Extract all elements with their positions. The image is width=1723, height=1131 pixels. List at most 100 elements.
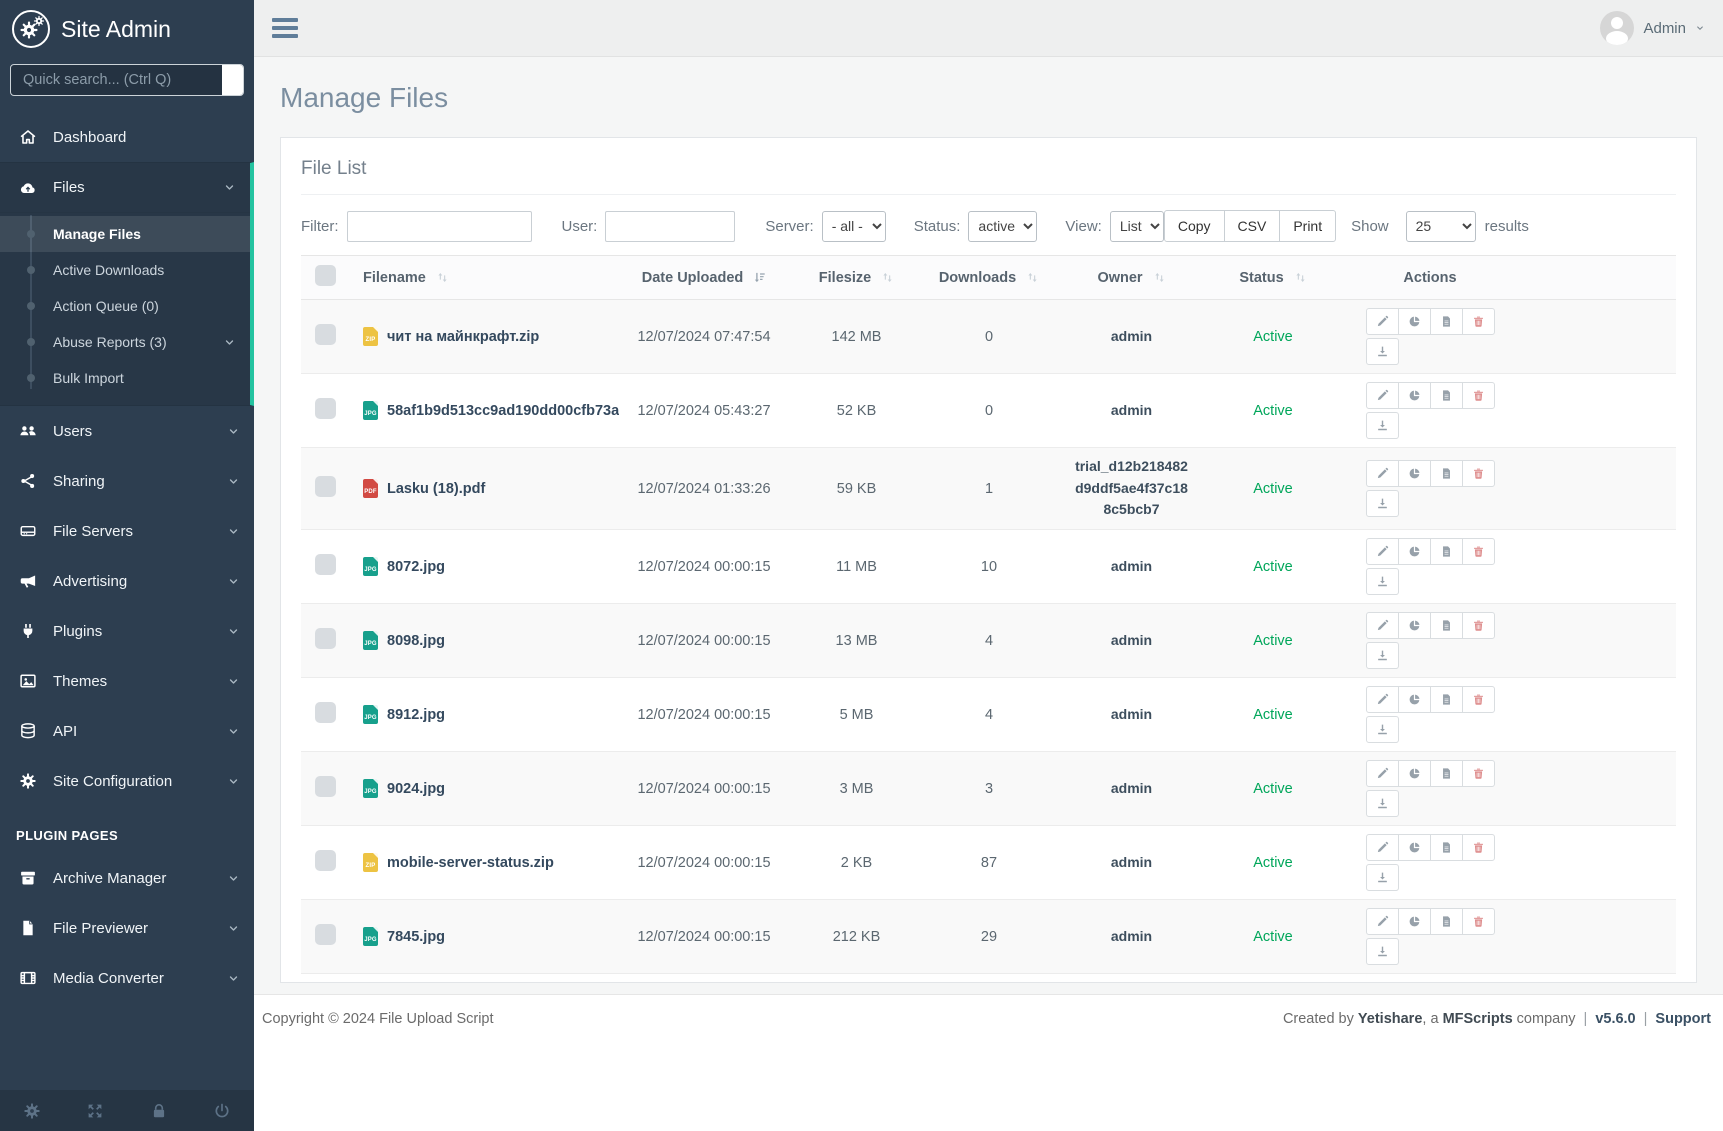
edit-button[interactable] bbox=[1366, 908, 1399, 935]
filename-link[interactable]: 9024.jpg bbox=[387, 781, 445, 797]
info-button[interactable] bbox=[1430, 908, 1463, 935]
support-link[interactable]: Support bbox=[1655, 1011, 1711, 1027]
sidebar-item-themes[interactable]: Themes bbox=[0, 656, 254, 706]
quick-search-button[interactable] bbox=[222, 65, 243, 95]
edit-button[interactable] bbox=[1366, 382, 1399, 409]
sidebar-item-api[interactable]: API bbox=[0, 706, 254, 756]
delete-button[interactable] bbox=[1462, 612, 1495, 639]
stats-button[interactable] bbox=[1398, 834, 1431, 861]
edit-button[interactable] bbox=[1366, 308, 1399, 335]
info-button[interactable] bbox=[1430, 612, 1463, 639]
sidebar-item-file-servers[interactable]: File Servers bbox=[0, 506, 254, 556]
row-checkbox[interactable] bbox=[315, 850, 336, 871]
filename-link[interactable]: 8912.jpg bbox=[387, 707, 445, 723]
sidebar-toggle-button[interactable] bbox=[272, 18, 298, 38]
stats-button[interactable] bbox=[1398, 538, 1431, 565]
sidebar-item-plugins[interactable]: Plugins bbox=[0, 606, 254, 656]
row-checkbox[interactable] bbox=[315, 398, 336, 419]
sidebar-subitem-abuse-reports-3[interactable]: Abuse Reports (3) bbox=[0, 324, 250, 360]
download-button[interactable] bbox=[1366, 716, 1399, 743]
delete-button[interactable] bbox=[1462, 308, 1495, 335]
info-button[interactable] bbox=[1430, 760, 1463, 787]
row-checkbox[interactable] bbox=[315, 628, 336, 649]
row-checkbox[interactable] bbox=[315, 702, 336, 723]
delete-button[interactable] bbox=[1462, 382, 1495, 409]
filter-input[interactable] bbox=[347, 211, 532, 242]
download-button[interactable] bbox=[1366, 412, 1399, 439]
user-menu[interactable]: Admin bbox=[1600, 11, 1705, 45]
delete-button[interactable] bbox=[1462, 538, 1495, 565]
download-button[interactable] bbox=[1366, 568, 1399, 595]
delete-button[interactable] bbox=[1462, 686, 1495, 713]
row-checkbox[interactable] bbox=[315, 476, 336, 497]
edit-button[interactable] bbox=[1366, 834, 1399, 861]
filename-link[interactable]: 8072.jpg bbox=[387, 559, 445, 575]
filename-link[interactable]: чит на майнкрафт.zip bbox=[387, 329, 539, 345]
stats-button[interactable] bbox=[1398, 460, 1431, 487]
info-button[interactable] bbox=[1430, 308, 1463, 335]
sidebar-item-dashboard[interactable]: Dashboard bbox=[0, 112, 254, 162]
stats-button[interactable] bbox=[1398, 908, 1431, 935]
delete-button[interactable] bbox=[1462, 908, 1495, 935]
sidebar-item-users[interactable]: Users bbox=[0, 406, 254, 456]
brand[interactable]: Site Admin bbox=[0, 0, 254, 58]
column-header-status[interactable]: Status bbox=[1209, 256, 1337, 300]
sidebar-item-archive-manager[interactable]: Archive Manager bbox=[0, 853, 254, 903]
download-button[interactable] bbox=[1366, 338, 1399, 365]
stats-button[interactable] bbox=[1398, 382, 1431, 409]
edit-button[interactable] bbox=[1366, 612, 1399, 639]
column-header-owner[interactable]: Owner bbox=[1054, 256, 1209, 300]
filename-link[interactable]: 58af1b9d513cc9ad190dd00cfb73a350.jp... bbox=[387, 403, 619, 419]
column-header-date-uploaded[interactable]: Date Uploaded bbox=[619, 256, 789, 300]
info-button[interactable] bbox=[1430, 460, 1463, 487]
edit-button[interactable] bbox=[1366, 686, 1399, 713]
stats-button[interactable] bbox=[1398, 308, 1431, 335]
delete-button[interactable] bbox=[1462, 834, 1495, 861]
sidebar-item-site-configuration[interactable]: Site Configuration bbox=[0, 756, 254, 806]
expand-icon[interactable] bbox=[86, 1102, 104, 1120]
download-button[interactable] bbox=[1366, 938, 1399, 965]
csv-button[interactable]: CSV bbox=[1224, 210, 1281, 242]
row-checkbox[interactable] bbox=[315, 324, 336, 345]
show-count-select[interactable]: 25 bbox=[1406, 211, 1476, 242]
view-select[interactable]: List bbox=[1110, 211, 1164, 242]
edit-button[interactable] bbox=[1366, 460, 1399, 487]
edit-button[interactable] bbox=[1366, 760, 1399, 787]
sidebar-subitem-action-queue-0[interactable]: Action Queue (0) bbox=[0, 288, 250, 324]
row-checkbox[interactable] bbox=[315, 554, 336, 575]
stats-button[interactable] bbox=[1398, 612, 1431, 639]
info-button[interactable] bbox=[1430, 538, 1463, 565]
print-button[interactable]: Print bbox=[1279, 210, 1336, 242]
stats-button[interactable] bbox=[1398, 760, 1431, 787]
column-header-filesize[interactable]: Filesize bbox=[789, 256, 924, 300]
filename-link[interactable]: Lasku (18).pdf bbox=[387, 481, 485, 497]
column-header-downloads[interactable]: Downloads bbox=[924, 256, 1054, 300]
lock-icon[interactable] bbox=[150, 1102, 168, 1120]
filename-link[interactable]: 8098.jpg bbox=[387, 633, 445, 649]
sidebar-item-file-previewer[interactable]: File Previewer bbox=[0, 903, 254, 953]
server-select[interactable]: - all - bbox=[822, 211, 886, 242]
column-header-filename[interactable]: Filename bbox=[349, 256, 619, 300]
power-icon[interactable] bbox=[213, 1102, 231, 1120]
user-input[interactable] bbox=[605, 211, 735, 242]
download-button[interactable] bbox=[1366, 642, 1399, 669]
sidebar-item-media-converter[interactable]: Media Converter bbox=[0, 953, 254, 1003]
sidebar-subitem-bulk-import[interactable]: Bulk Import bbox=[0, 360, 250, 396]
quick-search-input[interactable] bbox=[11, 65, 222, 95]
edit-button[interactable] bbox=[1366, 538, 1399, 565]
status-select[interactable]: active bbox=[968, 211, 1037, 242]
sidebar-subitem-active-downloads[interactable]: Active Downloads bbox=[0, 252, 250, 288]
row-checkbox[interactable] bbox=[315, 924, 336, 945]
download-button[interactable] bbox=[1366, 790, 1399, 817]
copy-button[interactable]: Copy bbox=[1164, 210, 1225, 242]
download-button[interactable] bbox=[1366, 490, 1399, 517]
row-checkbox[interactable] bbox=[315, 776, 336, 797]
filename-link[interactable]: mobile-server-status.zip bbox=[387, 855, 554, 871]
info-button[interactable] bbox=[1430, 382, 1463, 409]
sidebar-subitem-manage-files[interactable]: Manage Files bbox=[0, 216, 250, 252]
download-button[interactable] bbox=[1366, 864, 1399, 891]
delete-button[interactable] bbox=[1462, 460, 1495, 487]
sidebar-item-files[interactable]: Files bbox=[0, 163, 250, 213]
stats-button[interactable] bbox=[1398, 686, 1431, 713]
select-all-checkbox[interactable] bbox=[315, 265, 336, 286]
